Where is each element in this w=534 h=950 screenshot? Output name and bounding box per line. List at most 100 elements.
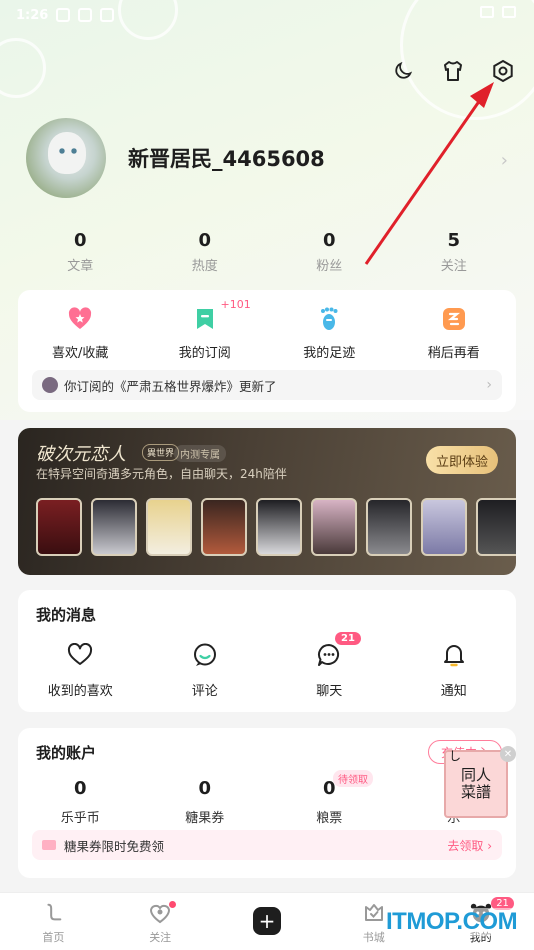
tab-label: 关注 bbox=[149, 931, 172, 944]
promo-title: 破次元恋人 bbox=[36, 444, 126, 465]
bookstore-icon bbox=[362, 901, 386, 925]
chevron-right-icon: › bbox=[486, 377, 492, 393]
msg-chat[interactable]: 21 聊天 bbox=[267, 632, 392, 699]
floating-ad[interactable]: し 同人 菜譜 bbox=[444, 749, 508, 818]
promo-subtitle: 在特异空间奇遇多元角色，自由聊天，24h陪伴 bbox=[36, 467, 287, 481]
avatar[interactable] bbox=[26, 118, 106, 198]
try-now-button[interactable]: 立即体验 bbox=[426, 446, 498, 474]
claim-label: 去领取 bbox=[447, 838, 484, 853]
ad-mark: し bbox=[449, 749, 462, 763]
app-notification-icon bbox=[56, 8, 71, 22]
profile-stats: 0 文章 0 热度 0 粉丝 5 关注 bbox=[18, 230, 516, 274]
character-portrait[interactable] bbox=[36, 498, 82, 556]
subscription-update-notice[interactable]: 你订阅的《严肃五格世界爆炸》更新了 › bbox=[32, 370, 502, 400]
msg-comments[interactable]: 评论 bbox=[143, 642, 268, 699]
bell-icon bbox=[441, 642, 467, 668]
msg-label: 收到的喜欢 bbox=[47, 684, 113, 699]
section-title: 我的账户 bbox=[36, 744, 97, 762]
quick-label: 喜欢/收藏 bbox=[52, 346, 109, 361]
new-dot bbox=[168, 901, 176, 908]
unread-badge: 21 bbox=[335, 632, 361, 645]
coupon-text: 糖果券限时免费领 bbox=[64, 838, 165, 854]
night-mode-icon[interactable] bbox=[390, 58, 416, 84]
messages-card: 我的消息 收到的喜欢 评论 21 聊天 通知 bbox=[18, 590, 516, 712]
acct-label: 乐乎币 bbox=[60, 811, 100, 826]
character-portrait[interactable] bbox=[146, 498, 192, 556]
ad-line: 同人 bbox=[460, 765, 491, 784]
section-title: 我的消息 bbox=[36, 606, 97, 624]
promo-badge: 内测专属 bbox=[174, 445, 226, 462]
stat-fans[interactable]: 0 粉丝 bbox=[267, 230, 392, 274]
msg-label: 通知 bbox=[440, 684, 467, 699]
character-portrait[interactable] bbox=[91, 498, 137, 556]
acct-value: 0 bbox=[73, 778, 87, 799]
free-coupon-banner[interactable]: 糖果券限时免费领 去领取 › bbox=[32, 830, 502, 860]
quick-subscriptions[interactable]: +101 我的订阅 bbox=[143, 298, 268, 361]
msg-notifications[interactable]: 通知 bbox=[392, 642, 517, 699]
character-portrait[interactable] bbox=[421, 498, 467, 556]
dressup-shirt-icon[interactable] bbox=[440, 58, 466, 84]
quick-actions-card: 喜欢/收藏 +101 我的订阅 我的足迹 稍后再看 你订阅的《严肃五格世界爆炸》… bbox=[18, 290, 516, 412]
character-portrait[interactable] bbox=[256, 498, 302, 556]
acct-value: 0 bbox=[198, 778, 212, 799]
home-icon bbox=[41, 901, 65, 925]
close-icon[interactable]: ✕ bbox=[500, 746, 516, 762]
acct-food-ticket[interactable]: 待领取 0 粮票 bbox=[267, 770, 392, 826]
tab-label: 首页 bbox=[42, 931, 65, 944]
top-actions bbox=[390, 58, 516, 84]
author-avatar-icon bbox=[42, 377, 58, 393]
tab-home[interactable]: 首页 bbox=[0, 893, 107, 950]
msg-label: 评论 bbox=[191, 684, 218, 699]
quick-label: 我的订阅 bbox=[178, 346, 231, 361]
stat-articles[interactable]: 0 文章 bbox=[18, 230, 143, 274]
battery-icon bbox=[502, 6, 516, 18]
update-count-badge: +101 bbox=[220, 298, 251, 311]
settings-gear-icon[interactable] bbox=[490, 58, 516, 84]
plus-icon: + bbox=[252, 907, 281, 935]
heart-icon bbox=[67, 642, 93, 668]
msg-label: 聊天 bbox=[316, 684, 343, 699]
character-portrait[interactable] bbox=[311, 498, 357, 556]
stat-label: 热度 bbox=[191, 259, 218, 274]
stat-value: 5 bbox=[447, 230, 461, 251]
heart-star-icon bbox=[67, 306, 93, 332]
profile-header[interactable]: 新晋居民_4465608 bbox=[26, 118, 325, 198]
notice-text: 你订阅的《严肃五格世界爆炸》更新了 bbox=[64, 378, 277, 394]
bookmark-icon bbox=[192, 306, 218, 332]
stat-label: 文章 bbox=[67, 259, 94, 274]
pending-badge: 待领取 bbox=[333, 770, 373, 787]
msg-likes[interactable]: 收到的喜欢 bbox=[18, 642, 143, 699]
character-portrait[interactable] bbox=[201, 498, 247, 556]
quick-watch-later[interactable]: 稍后再看 bbox=[392, 304, 517, 361]
stat-following[interactable]: 5 关注 bbox=[392, 230, 517, 274]
stat-label: 关注 bbox=[440, 259, 467, 274]
stat-value: 0 bbox=[198, 230, 212, 251]
app-notification-icon bbox=[100, 8, 115, 22]
later-icon bbox=[441, 306, 467, 332]
chevron-right-icon[interactable]: › bbox=[501, 150, 508, 171]
chat-icon bbox=[316, 642, 342, 668]
acct-candy-coupon[interactable]: 0 糖果券 bbox=[143, 778, 268, 826]
app-notification-icon bbox=[78, 8, 93, 22]
username: 新晋居民_4465608 bbox=[128, 147, 325, 171]
stat-label: 粉丝 bbox=[316, 259, 343, 274]
character-portrait[interactable] bbox=[476, 498, 516, 556]
tab-follow[interactable]: 关注 bbox=[107, 893, 214, 950]
quick-footprints[interactable]: 我的足迹 bbox=[267, 304, 392, 361]
stat-heat[interactable]: 0 热度 bbox=[143, 230, 268, 274]
status-time: 1:26 bbox=[16, 7, 49, 23]
quick-favorites[interactable]: 喜欢/收藏 bbox=[18, 304, 143, 361]
footprint-icon bbox=[316, 306, 342, 332]
character-portrait[interactable] bbox=[366, 498, 412, 556]
status-bar: 1:26 bbox=[16, 4, 115, 26]
stat-value: 0 bbox=[322, 230, 336, 251]
promo-banner[interactable]: 破次元恋人 異世界 内测专属 在特异空间奇遇多元角色，自由聊天，24h陪伴 立即… bbox=[18, 428, 516, 575]
tab-create[interactable]: + bbox=[214, 893, 321, 950]
claim-link[interactable]: 去领取 › bbox=[447, 837, 492, 854]
account-card: 我的账户 充值中心 0 乐乎币 0 糖果券 待领取 0 粮票 乐 糖果券限时免费… bbox=[18, 728, 516, 878]
coupon-icon bbox=[42, 840, 56, 850]
acct-value: 0 bbox=[322, 778, 336, 799]
watermark-text: ITMOP.COM bbox=[386, 908, 518, 936]
comment-icon bbox=[192, 642, 218, 668]
acct-lehu-coin[interactable]: 0 乐乎币 bbox=[18, 778, 143, 826]
